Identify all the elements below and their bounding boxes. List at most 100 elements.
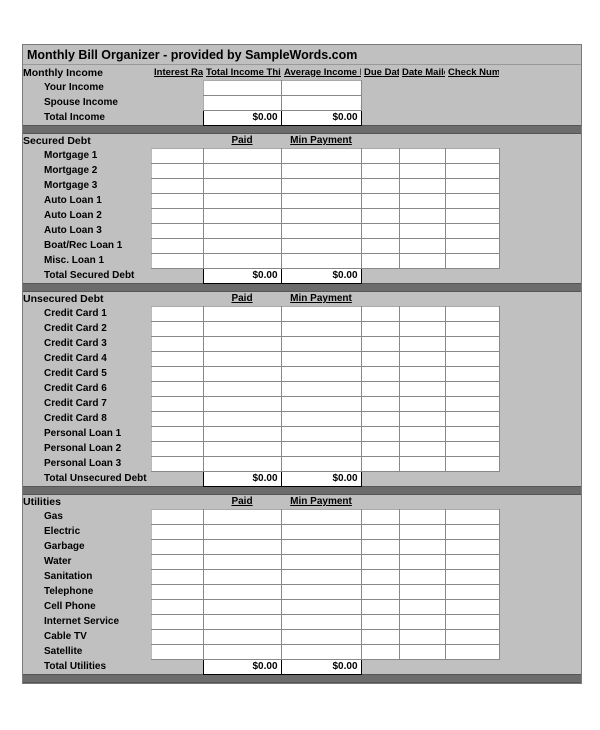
input-cell[interactable] <box>203 178 281 193</box>
input-cell[interactable] <box>281 411 361 426</box>
input-cell[interactable] <box>203 396 281 411</box>
input-cell[interactable] <box>281 509 361 524</box>
input-cell[interactable] <box>281 584 361 599</box>
input-cell[interactable] <box>445 366 499 381</box>
input-cell[interactable] <box>361 178 399 193</box>
input-cell[interactable] <box>399 193 445 208</box>
input-cell[interactable] <box>151 208 203 223</box>
input-cell[interactable] <box>151 321 203 336</box>
input-cell[interactable] <box>445 456 499 471</box>
input-cell[interactable] <box>361 238 399 253</box>
input-cell[interactable] <box>399 223 445 238</box>
input-cell[interactable] <box>399 253 445 268</box>
input-cell[interactable] <box>399 381 445 396</box>
input-cell[interactable] <box>361 396 399 411</box>
input-cell[interactable] <box>281 569 361 584</box>
input-cell[interactable] <box>281 80 361 95</box>
input-cell[interactable] <box>445 629 499 644</box>
input-cell[interactable] <box>361 599 399 614</box>
input-cell[interactable] <box>361 554 399 569</box>
input-cell[interactable] <box>399 524 445 539</box>
input-cell[interactable] <box>361 584 399 599</box>
input-cell[interactable] <box>151 396 203 411</box>
input-cell[interactable] <box>399 441 445 456</box>
input-cell[interactable] <box>203 524 281 539</box>
input-cell[interactable] <box>445 163 499 178</box>
input-cell[interactable] <box>203 148 281 163</box>
input-cell[interactable] <box>445 614 499 629</box>
input-cell[interactable] <box>203 456 281 471</box>
input-cell[interactable] <box>361 629 399 644</box>
input-cell[interactable] <box>281 644 361 659</box>
input-cell[interactable] <box>203 509 281 524</box>
input-cell[interactable] <box>281 366 361 381</box>
input-cell[interactable] <box>203 411 281 426</box>
input-cell[interactable] <box>151 441 203 456</box>
input-cell[interactable] <box>361 366 399 381</box>
input-cell[interactable] <box>281 336 361 351</box>
input-cell[interactable] <box>361 336 399 351</box>
input-cell[interactable] <box>445 381 499 396</box>
input-cell[interactable] <box>151 584 203 599</box>
input-cell[interactable] <box>445 569 499 584</box>
input-cell[interactable] <box>361 253 399 268</box>
input-cell[interactable] <box>445 396 499 411</box>
input-cell[interactable] <box>361 426 399 441</box>
input-cell[interactable] <box>445 539 499 554</box>
input-cell[interactable] <box>445 193 499 208</box>
input-cell[interactable] <box>281 524 361 539</box>
input-cell[interactable] <box>399 644 445 659</box>
input-cell[interactable] <box>281 321 361 336</box>
input-cell[interactable] <box>203 539 281 554</box>
input-cell[interactable] <box>399 599 445 614</box>
input-cell[interactable] <box>399 178 445 193</box>
input-cell[interactable] <box>151 411 203 426</box>
input-cell[interactable] <box>361 644 399 659</box>
input-cell[interactable] <box>445 238 499 253</box>
input-cell[interactable] <box>151 351 203 366</box>
input-cell[interactable] <box>361 321 399 336</box>
input-cell[interactable] <box>281 253 361 268</box>
input-cell[interactable] <box>361 351 399 366</box>
input-cell[interactable] <box>203 599 281 614</box>
input-cell[interactable] <box>281 223 361 238</box>
input-cell[interactable] <box>151 524 203 539</box>
input-cell[interactable] <box>281 614 361 629</box>
input-cell[interactable] <box>445 223 499 238</box>
input-cell[interactable] <box>203 426 281 441</box>
input-cell[interactable] <box>203 336 281 351</box>
input-cell[interactable] <box>445 351 499 366</box>
input-cell[interactable] <box>151 456 203 471</box>
input-cell[interactable] <box>399 208 445 223</box>
input-cell[interactable] <box>281 351 361 366</box>
input-cell[interactable] <box>203 351 281 366</box>
input-cell[interactable] <box>445 524 499 539</box>
input-cell[interactable] <box>281 178 361 193</box>
input-cell[interactable] <box>281 599 361 614</box>
input-cell[interactable] <box>445 599 499 614</box>
input-cell[interactable] <box>399 148 445 163</box>
input-cell[interactable] <box>445 253 499 268</box>
input-cell[interactable] <box>203 614 281 629</box>
input-cell[interactable] <box>361 163 399 178</box>
input-cell[interactable] <box>203 253 281 268</box>
input-cell[interactable] <box>151 253 203 268</box>
input-cell[interactable] <box>203 321 281 336</box>
input-cell[interactable] <box>399 584 445 599</box>
input-cell[interactable] <box>203 223 281 238</box>
input-cell[interactable] <box>399 306 445 321</box>
input-cell[interactable] <box>361 193 399 208</box>
input-cell[interactable] <box>281 456 361 471</box>
input-cell[interactable] <box>203 441 281 456</box>
input-cell[interactable] <box>151 193 203 208</box>
input-cell[interactable] <box>281 396 361 411</box>
input-cell[interactable] <box>361 306 399 321</box>
input-cell[interactable] <box>151 599 203 614</box>
input-cell[interactable] <box>399 351 445 366</box>
input-cell[interactable] <box>361 223 399 238</box>
input-cell[interactable] <box>203 629 281 644</box>
input-cell[interactable] <box>203 366 281 381</box>
input-cell[interactable] <box>203 584 281 599</box>
input-cell[interactable] <box>203 193 281 208</box>
input-cell[interactable] <box>151 569 203 584</box>
